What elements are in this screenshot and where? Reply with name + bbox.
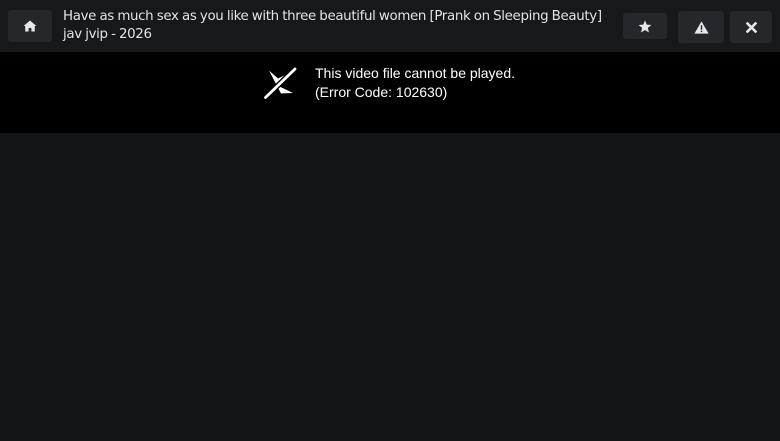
page-title: Have as much sex as you like with three … bbox=[63, 9, 602, 42]
star-icon bbox=[638, 19, 652, 32]
home-icon bbox=[23, 20, 37, 32]
report-button[interactable] bbox=[678, 11, 724, 43]
warning-icon bbox=[693, 20, 709, 34]
top-bar: Have as much sex as you like with three … bbox=[0, 0, 780, 52]
home-button[interactable] bbox=[8, 10, 52, 42]
close-icon bbox=[745, 21, 757, 33]
video-off-icon bbox=[262, 66, 298, 101]
error-code: (Error Code: 102630) bbox=[315, 84, 448, 100]
error-description: This video file cannot be played. bbox=[315, 65, 516, 81]
close-button[interactable] bbox=[730, 11, 772, 43]
favorite-button[interactable] bbox=[623, 13, 667, 39]
error-message: This video file cannot be played. (Error… bbox=[315, 64, 515, 102]
